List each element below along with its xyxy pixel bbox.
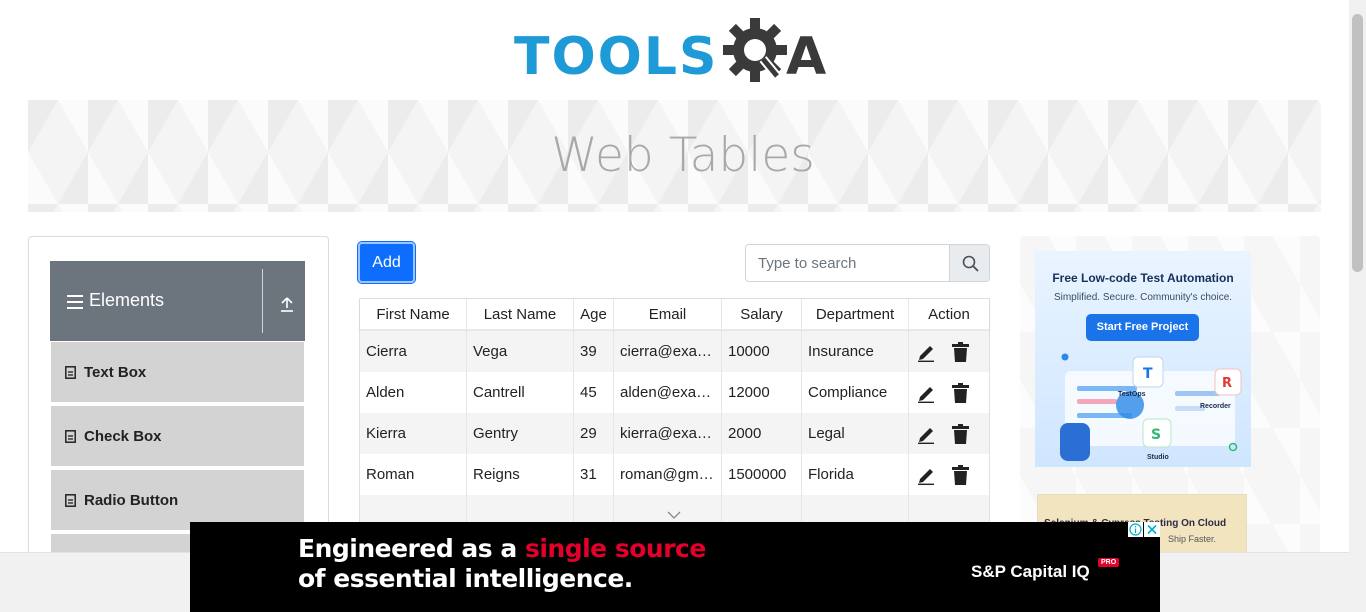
- column-header-age[interactable]: Age: [574, 299, 614, 331]
- cell-last-name: Vega: [467, 331, 574, 372]
- web-table: First Name Last Name Age Email Salary De…: [359, 298, 990, 558]
- cell-action: [908, 454, 989, 495]
- collapse-arrow-icon[interactable]: [278, 295, 296, 313]
- divider: [262, 269, 263, 333]
- scrollbar-thumb[interactable]: [1352, 14, 1363, 272]
- gear-icon: [723, 18, 787, 82]
- cell-salary: 2000: [722, 413, 802, 454]
- column-header-action[interactable]: Action: [909, 299, 989, 331]
- cell-department: Legal: [802, 413, 909, 454]
- cell-email: kierra@example.com: [614, 413, 722, 454]
- document-icon: [65, 494, 76, 507]
- cell-department: Insurance: [802, 331, 909, 372]
- start-free-project-button[interactable]: Start Free Project: [1086, 314, 1199, 341]
- hamburger-icon: [67, 295, 83, 309]
- search-box: [745, 244, 990, 282]
- toolsqa-logo[interactable]: TOOLS A: [514, 14, 838, 92]
- svg-text:T: T: [1143, 366, 1153, 382]
- side-ad-subtitle: Simplified. Secure. Community's choice.: [1053, 292, 1233, 303]
- trash-icon[interactable]: [952, 383, 969, 403]
- edit-pencil-icon[interactable]: [917, 465, 935, 485]
- bottom-ad-subline: of essential intelligence.: [298, 564, 633, 593]
- trash-icon[interactable]: [952, 342, 969, 362]
- side-ad2-subtitle: Ship Faster.: [1168, 534, 1217, 544]
- ad-label-studio: Studio: [1147, 454, 1169, 461]
- cell-department: Florida: [802, 454, 909, 495]
- ad-info-icon[interactable]: [1128, 522, 1143, 537]
- cell-last-name: Cantrell: [467, 372, 574, 413]
- cell-department: Compliance: [802, 372, 909, 413]
- bottom-ad-badge: PRO: [1098, 558, 1120, 567]
- table-row: Cierra Vega 39 cierra@example.com 10000 …: [360, 331, 989, 372]
- edit-pencil-icon[interactable]: [917, 424, 935, 444]
- logo-suffix: A: [786, 27, 827, 87]
- page-scrollbar[interactable]: [1349, 0, 1366, 612]
- search-input[interactable]: [746, 245, 949, 281]
- table-row: Roman Reigns 31 roman@gmail.com 1500000 …: [360, 454, 989, 495]
- cell-age: 29: [574, 413, 614, 454]
- table-row: Alden Cantrell 45 alden@example.com 1200…: [360, 372, 989, 413]
- cell-email: alden@example.com: [614, 372, 722, 413]
- document-icon: [65, 366, 76, 379]
- ad-label-testops: TestOps: [1118, 391, 1146, 398]
- bottom-ad-headline: Engineered as a single source: [298, 534, 706, 563]
- table-header: First Name Last Name Age Email Salary De…: [360, 299, 989, 331]
- column-header-department[interactable]: Department: [802, 299, 909, 331]
- search-icon: [962, 255, 979, 272]
- logo-text: TOOLS: [514, 27, 719, 87]
- cell-age: 45: [574, 372, 614, 413]
- bottom-ad-headline-highlight: single source: [524, 534, 706, 563]
- bottom-ad-banner[interactable]: Engineered as a single source of essenti…: [190, 522, 1160, 612]
- cell-salary: 10000: [722, 331, 802, 372]
- sidebar-item-text-box[interactable]: Text Box: [51, 342, 304, 404]
- table-row: Kierra Gentry 29 kierra@example.com 2000…: [360, 413, 989, 454]
- cell-age: 31: [574, 454, 614, 495]
- page: TOOLS A Web Tables Elements Text Box Che…: [0, 0, 1366, 612]
- cell-last-name: Reigns: [467, 454, 574, 495]
- add-button[interactable]: Add: [357, 241, 416, 284]
- side-ad-title: Free Low-code Test Automation: [1052, 271, 1234, 285]
- sidebar-item-label: Radio Button: [84, 492, 179, 509]
- sidebar-item-label: Text Box: [84, 364, 147, 381]
- edit-pencil-icon[interactable]: [917, 383, 935, 403]
- column-header-last-name[interactable]: Last Name: [467, 299, 574, 331]
- cell-first-name: Cierra: [360, 331, 467, 372]
- cell-email: roman@gmail.com: [614, 454, 722, 495]
- cell-first-name: Kierra: [360, 413, 467, 454]
- sidebar-group-elements[interactable]: Elements: [50, 261, 305, 341]
- chevron-down-icon: [667, 511, 681, 519]
- cell-email: cierra@example.com: [614, 331, 722, 372]
- document-icon: [65, 430, 76, 443]
- column-header-salary[interactable]: Salary: [722, 299, 802, 331]
- search-button[interactable]: [949, 245, 989, 281]
- ad-label-recorder: Recorder: [1200, 403, 1231, 410]
- column-header-email[interactable]: Email: [614, 299, 722, 331]
- page-title: Web Tables: [551, 128, 815, 183]
- bottom-ad-brand: S&P Capital IQ: [971, 562, 1090, 581]
- column-header-first-name[interactable]: First Name: [360, 299, 467, 331]
- cell-salary: 12000: [722, 372, 802, 413]
- svg-text:R: R: [1222, 376, 1232, 391]
- cell-first-name: Roman: [360, 454, 467, 495]
- bottom-ad-headline-prefix: Engineered as a: [298, 534, 525, 563]
- sidebar-item-check-box[interactable]: Check Box: [51, 406, 304, 468]
- cell-age: 39: [574, 331, 614, 372]
- cell-salary: 1500000: [722, 454, 802, 495]
- side-ad[interactable]: Free Low-code Test Automation Simplified…: [1035, 251, 1251, 467]
- ad-close-icon[interactable]: [1144, 522, 1160, 537]
- cell-first-name: Alden: [360, 372, 467, 413]
- edit-pencil-icon[interactable]: [917, 342, 935, 362]
- sidebar-item-label: Check Box: [84, 428, 162, 445]
- cell-action: [908, 413, 989, 454]
- cell-action: [908, 372, 989, 413]
- trash-icon[interactable]: [952, 465, 969, 485]
- cell-action: [908, 331, 989, 372]
- cell-last-name: Gentry: [467, 413, 574, 454]
- trash-icon[interactable]: [952, 424, 969, 444]
- svg-text:S: S: [1151, 427, 1161, 443]
- sidebar-group-title: Elements: [89, 290, 165, 310]
